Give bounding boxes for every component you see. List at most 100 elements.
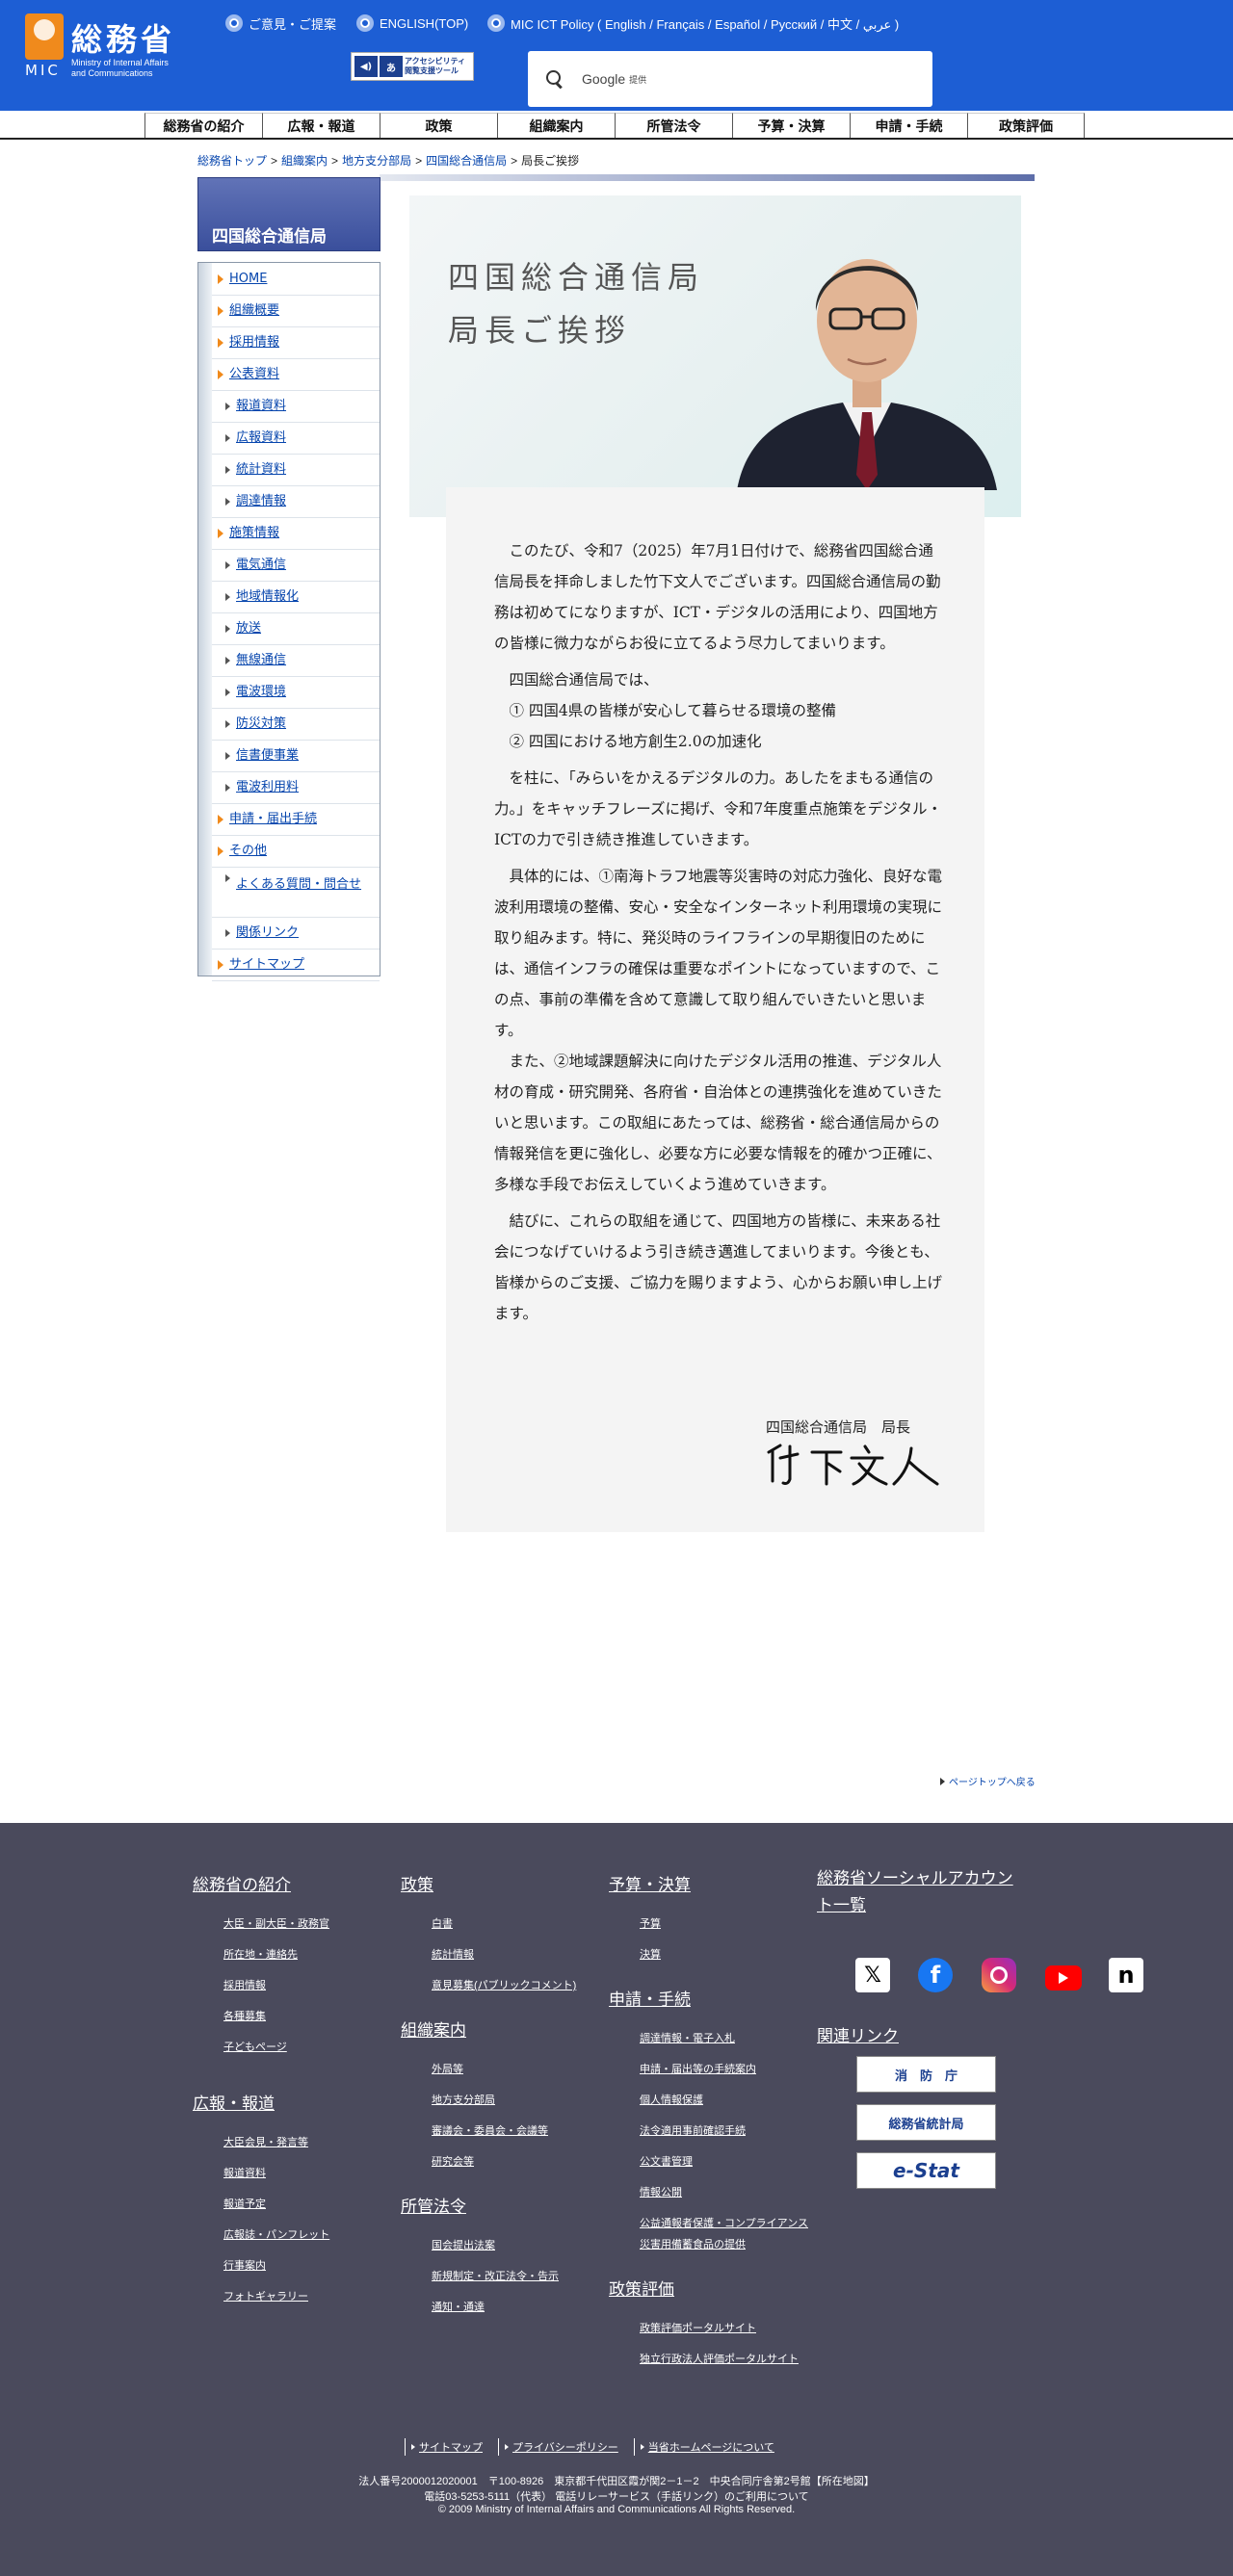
breadcrumb-link-shikoku[interactable]: 四国総合通信局: [426, 154, 507, 168]
footer-link[interactable]: 予算: [640, 1916, 813, 1947]
footer-about-site-link[interactable]: 当省ホームページについて: [633, 2438, 790, 2456]
gnav-item-laws[interactable]: 所管法令: [615, 113, 732, 138]
sidebar-item[interactable]: 組織概要: [212, 296, 380, 327]
sidebar-item[interactable]: 電波利用料: [212, 772, 380, 804]
note-icon[interactable]: n: [1109, 1958, 1143, 1992]
footer-head-evaluation[interactable]: 政策評価: [609, 2276, 813, 2300]
sidebar-item-label[interactable]: 信書便事業: [236, 745, 299, 767]
footer-link[interactable]: 意見募集(パブリックコメント): [432, 1978, 576, 2009]
youtube-icon[interactable]: [1045, 1965, 1082, 1991]
page-top-link[interactable]: ページトップへ戻る: [940, 1774, 1036, 1788]
sidebar-item-label[interactable]: 施策情報: [229, 523, 279, 544]
sidebar-item-label[interactable]: その他: [229, 841, 267, 862]
footer-link[interactable]: 法令適用事前確認手続: [640, 2123, 813, 2154]
footer-link[interactable]: 独立行政法人評価ポータルサイト: [640, 2352, 813, 2382]
gnav-item-about[interactable]: 総務省の紹介: [144, 113, 262, 138]
sidebar-item[interactable]: よくある質問・問合せ: [212, 868, 380, 918]
footer-link[interactable]: 子どもページ: [223, 2040, 329, 2070]
accessibility-tool-button[interactable]: ◀) あ アクセシビリティ 閲覧支援ツール: [351, 52, 474, 81]
page-top-label[interactable]: ページトップへ戻る: [949, 1778, 1036, 1788]
stat-bureau-banner[interactable]: 総務省統計局: [856, 2104, 996, 2141]
sidebar-item-label[interactable]: 公表資料: [229, 364, 279, 385]
footer-link[interactable]: 各種募集: [223, 2009, 329, 2040]
sidebar-item-label[interactable]: 無線通信: [236, 650, 286, 671]
sidebar-item-label[interactable]: 防災対策: [236, 714, 286, 735]
gnav-item-budget[interactable]: 予算・決算: [732, 113, 850, 138]
sidebar-item[interactable]: 公表資料: [212, 359, 380, 391]
instagram-icon[interactable]: [982, 1958, 1016, 1992]
footer-link[interactable]: 申請・届出等の手続案内: [640, 2062, 813, 2093]
footer-link[interactable]: 報道予定: [223, 2197, 329, 2227]
footer-link[interactable]: 個人情報保護: [640, 2093, 813, 2123]
sidebar-item[interactable]: 統計資料: [212, 455, 380, 486]
footer-link[interactable]: 決算: [640, 1947, 813, 1978]
estat-banner[interactable]: e-Stat: [856, 2152, 996, 2189]
footer-link[interactable]: 災害用備蓄食品の提供: [640, 2237, 813, 2268]
footer-link[interactable]: フォトギャラリー: [223, 2289, 329, 2320]
sidebar-item[interactable]: 信書便事業: [212, 741, 380, 772]
sidebar-item-label[interactable]: 広報資料: [236, 428, 286, 449]
footer-link[interactable]: 行事案内: [223, 2258, 329, 2289]
header-link-opinion[interactable]: ご意見・ご提案: [225, 13, 336, 33]
footer-link[interactable]: 広報誌・パンフレット: [223, 2227, 329, 2258]
sidebar-item-label[interactable]: 採用情報: [229, 332, 279, 353]
fdma-banner[interactable]: 消 防 庁: [856, 2056, 996, 2093]
gnav-item-organization[interactable]: 組織案内: [497, 113, 615, 138]
sidebar-item-label[interactable]: 調達情報: [236, 491, 286, 512]
sidebar-item[interactable]: 調達情報: [212, 486, 380, 518]
footer-link[interactable]: 政策評価ポータルサイト: [640, 2321, 813, 2352]
footer-link[interactable]: 大臣会見・発言等: [223, 2135, 329, 2166]
search-icon[interactable]: [545, 69, 564, 89]
gnav-item-procedures[interactable]: 申請・手続: [850, 113, 967, 138]
sidebar-item-label[interactable]: 地域情報化: [236, 586, 299, 608]
header-link-ict-policy[interactable]: MIC ICT Policy ( English / Français / Es…: [487, 13, 899, 33]
sidebar-item[interactable]: 報道資料: [212, 391, 380, 423]
footer-head-about[interactable]: 総務省の紹介: [193, 1871, 329, 1895]
footer-link[interactable]: 地方支分部局: [432, 2093, 576, 2123]
sidebar-item-label[interactable]: 関係リンク: [236, 923, 299, 944]
sidebar-item-label[interactable]: 放送: [236, 618, 261, 639]
footer-link[interactable]: 公文書管理: [640, 2154, 813, 2185]
sidebar-item[interactable]: 地域情報化: [212, 582, 380, 613]
footer-link[interactable]: 公益通報者保護・コンプライアンス: [640, 2216, 813, 2237]
sidebar-item[interactable]: 防災対策: [212, 709, 380, 741]
sidebar-item-label[interactable]: よくある質問・問合せ: [236, 874, 361, 896]
footer-head-social[interactable]: 総務省ソーシャルアカウン ト一覧: [817, 1865, 1048, 1919]
search-input[interactable]: Google 提供: [528, 51, 932, 107]
sidebar-item[interactable]: 電気通信: [212, 550, 380, 582]
sidebar-item[interactable]: 関係リンク: [212, 918, 380, 950]
sidebar-item-label[interactable]: 電波環境: [236, 682, 286, 703]
footer-head-related[interactable]: 関連リンク: [817, 2022, 899, 2046]
footer-head-policy[interactable]: 政策: [401, 1871, 576, 1895]
footer-link[interactable]: 所在地・連絡先: [223, 1947, 329, 1978]
sidebar-item-label[interactable]: 電波利用料: [236, 777, 299, 798]
breadcrumb-link-organization[interactable]: 組織案内: [281, 154, 328, 168]
footer-link[interactable]: 採用情報: [223, 1978, 329, 2009]
gnav-item-policy[interactable]: 政策: [380, 113, 497, 138]
sidebar-item[interactable]: HOME: [212, 264, 380, 296]
sidebar-item[interactable]: 採用情報: [212, 327, 380, 359]
sidebar-item-label[interactable]: 報道資料: [236, 396, 286, 417]
footer-link[interactable]: 研究会等: [432, 2154, 576, 2185]
sidebar-item[interactable]: 電波環境: [212, 677, 380, 709]
sidebar-item[interactable]: その他: [212, 836, 380, 868]
breadcrumb-link-top[interactable]: 総務省トップ: [197, 154, 267, 168]
footer-link[interactable]: 通知・通達: [432, 2300, 576, 2330]
sidebar-item-label[interactable]: 申請・届出手続: [229, 809, 317, 830]
sidebar-item-label[interactable]: サイトマップ: [229, 954, 304, 976]
footer-link[interactable]: 大臣・副大臣・政務官: [223, 1916, 329, 1947]
address-map-link[interactable]: 所在地図: [822, 2476, 864, 2487]
footer-head-laws[interactable]: 所管法令: [401, 2193, 576, 2217]
footer-privacy-link[interactable]: プライバシーポリシー: [498, 2438, 634, 2456]
sidebar-item-label[interactable]: 電気通信: [236, 555, 286, 576]
sidebar-item[interactable]: 施策情報: [212, 518, 380, 550]
x-icon[interactable]: 𝕏: [855, 1958, 890, 1992]
header-link-english[interactable]: ENGLISH(TOP): [356, 13, 468, 33]
footer-head-press[interactable]: 広報・報道: [193, 2090, 329, 2114]
sidebar-item[interactable]: 広報資料: [212, 423, 380, 455]
sidebar-item[interactable]: サイトマップ: [212, 950, 380, 981]
footer-link[interactable]: 新規制定・改正法令・告示: [432, 2269, 576, 2300]
footer-link[interactable]: 審議会・委員会・会議等: [432, 2123, 576, 2154]
footer-head-organization[interactable]: 組織案内: [401, 2017, 576, 2041]
facebook-icon[interactable]: f: [918, 1958, 953, 1992]
